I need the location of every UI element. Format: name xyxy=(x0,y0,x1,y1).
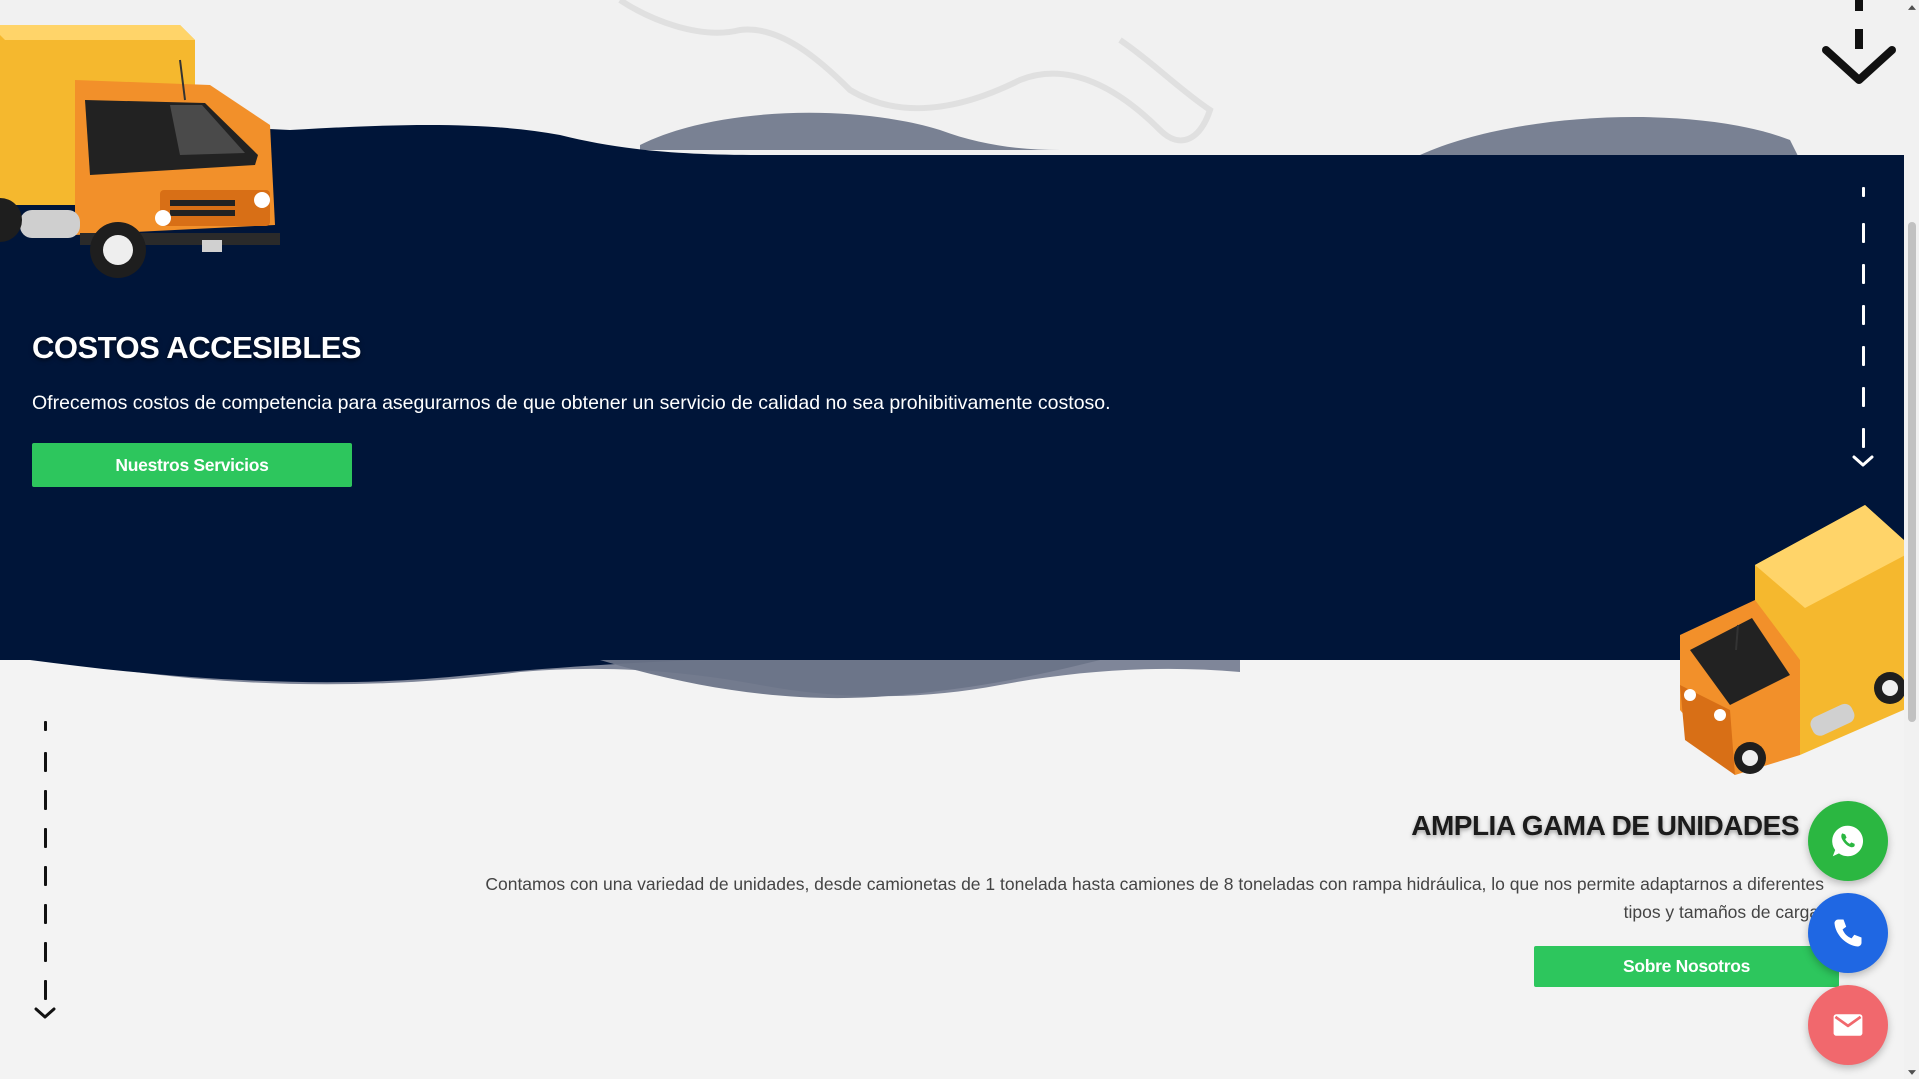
scrollbar-thumb[interactable] xyxy=(1908,222,1916,722)
dashed-arrow-right xyxy=(1851,187,1875,468)
about-button[interactable]: Sobre Nosotros xyxy=(1534,946,1839,987)
phone-button[interactable] xyxy=(1808,893,1888,973)
services-button[interactable]: Nuestros Servicios xyxy=(32,443,352,487)
dashed-arrow-left xyxy=(33,721,57,1020)
map-outline-decoration xyxy=(618,0,1214,144)
units-title: AMPLIA GAMA DE UNIDADES xyxy=(1411,810,1799,841)
chevron-down-icon xyxy=(34,1007,56,1019)
phone-icon xyxy=(1834,919,1862,947)
costs-description: Ofrecemos costos de competencia para ase… xyxy=(32,392,1111,414)
costs-title: COSTOS ACCESIBLES xyxy=(32,330,362,365)
whatsapp-button[interactable] xyxy=(1808,801,1888,881)
dashed-arrow-top-right xyxy=(1820,0,1900,90)
costs-section: COSTOS ACCESIBLES Ofrecemos costos de co… xyxy=(32,330,1432,415)
truck-illustration-bottom xyxy=(1680,505,1904,775)
mail-icon xyxy=(1833,1014,1863,1036)
chevron-down-icon xyxy=(1822,0,1896,84)
email-button[interactable] xyxy=(1808,985,1888,1065)
truck-illustration-top xyxy=(0,25,280,278)
units-description: Contamos con una variedad de unidades, d… xyxy=(485,874,1824,922)
vertical-scrollbar[interactable] xyxy=(1904,0,1919,1079)
page: COSTOS ACCESIBLES Ofrecemos costos de co… xyxy=(0,0,1904,1079)
scroll-down-arrow-icon[interactable] xyxy=(1904,1065,1919,1079)
chevron-down-icon xyxy=(1852,455,1874,467)
scroll-up-arrow-icon[interactable] xyxy=(1904,0,1919,14)
whatsapp-icon xyxy=(1832,825,1864,857)
